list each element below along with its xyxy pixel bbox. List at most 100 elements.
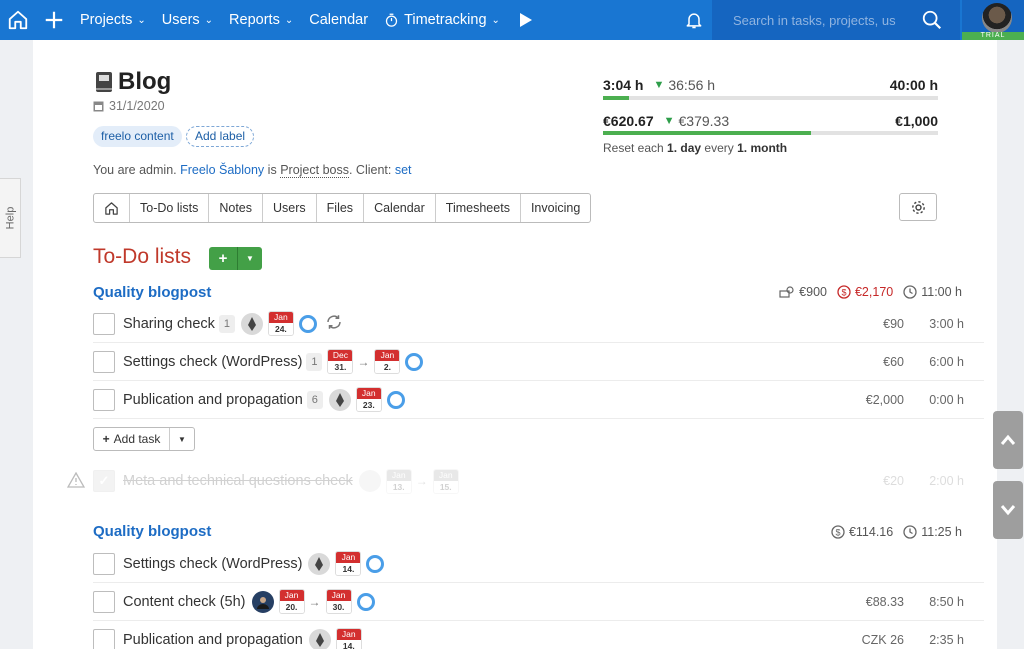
date-badge[interactable]: Jan 13.: [386, 469, 411, 493]
tab-home[interactable]: [94, 194, 130, 222]
date-badge[interactable]: Jan 15.: [433, 469, 458, 493]
user-avatar[interactable]: [308, 552, 331, 575]
user-avatar[interactable]: [358, 470, 381, 492]
task-row: Publication and propagation Jan 14. CZK 2…: [93, 621, 984, 649]
warning-icon: [66, 471, 86, 491]
plus-icon[interactable]: +: [209, 247, 237, 270]
search-icon[interactable]: [912, 0, 952, 40]
nav-timetracking[interactable]: Timetracking ⌄: [376, 0, 508, 40]
date-badge[interactable]: Dec 31.: [328, 350, 353, 373]
nav-calendar[interactable]: Calendar: [301, 0, 376, 40]
client-set-link[interactable]: set: [395, 163, 412, 177]
tab-timesheets[interactable]: Timesheets: [436, 194, 521, 222]
tab-todo-lists[interactable]: To-Do lists: [130, 194, 210, 222]
task-price: €90: [883, 316, 904, 331]
tab-notes[interactable]: Notes: [209, 194, 263, 222]
add-task-label[interactable]: + Add task: [94, 428, 170, 450]
scroll-up-button[interactable]: [993, 411, 1023, 469]
user-avatar[interactable]: TRIAL: [962, 0, 1024, 40]
settings-button[interactable]: [899, 193, 937, 221]
time-budget: 3:04 h ▼ 36:56 h 40:00 h: [603, 77, 938, 93]
task-name[interactable]: Meta and technical questions check: [123, 473, 353, 489]
task-name[interactable]: Content check (5h): [123, 594, 246, 610]
time-stat: 11:25 h: [903, 525, 962, 539]
task-time: 8:50 h: [929, 594, 964, 609]
plus-icon[interactable]: [36, 0, 72, 40]
task-checkbox[interactable]: [93, 388, 115, 411]
help-tab[interactable]: Help: [0, 178, 21, 258]
task-checkbox[interactable]: [93, 312, 115, 335]
play-icon[interactable]: [508, 0, 544, 40]
tab-calendar[interactable]: Calendar: [364, 194, 436, 222]
gear-icon: [911, 200, 925, 214]
tab-users[interactable]: Users: [263, 194, 317, 222]
add-list-button[interactable]: + ▼: [209, 247, 262, 270]
task-row: Settings check (WordPress) Jan 14.: [93, 545, 984, 583]
task-time: 3:00 h: [929, 316, 964, 331]
book-icon: [96, 72, 112, 92]
tab-invoicing[interactable]: Invoicing: [521, 194, 590, 222]
progress-ring-icon: [386, 390, 405, 409]
task-checkbox[interactable]: [93, 629, 115, 649]
task-name[interactable]: Settings check (WordPress): [123, 556, 302, 572]
task-checkbox[interactable]: [93, 590, 115, 613]
date-badge[interactable]: Jan 24.: [268, 312, 293, 335]
task-name[interactable]: Sharing check: [123, 316, 215, 332]
task-checkbox-checked[interactable]: ✓: [93, 470, 115, 492]
todo-lists-heading: To-Do lists: [93, 245, 192, 268]
nav-reports[interactable]: Reports ⌄: [221, 0, 301, 40]
comment-count: 6: [306, 390, 323, 409]
spent-stat: $ €2,170: [837, 285, 893, 299]
date-badge[interactable]: Jan 14.: [336, 552, 361, 575]
clock-icon: [903, 285, 917, 299]
user-avatar[interactable]: [328, 388, 351, 411]
arrow-right-icon: →: [308, 594, 321, 609]
home-icon[interactable]: [0, 0, 36, 40]
add-task-button[interactable]: + Add task ▼: [93, 427, 195, 451]
task-name[interactable]: Publication and propagation: [123, 632, 303, 648]
list-title[interactable]: Quality blogpost: [93, 284, 211, 301]
chevron-down-icon: ⌄: [137, 14, 146, 26]
task-name[interactable]: Settings check (WordPress): [123, 354, 302, 370]
task-checkbox[interactable]: [93, 350, 115, 373]
chevron-down-icon: ⌄: [284, 14, 294, 26]
user-avatar[interactable]: [240, 312, 263, 335]
user-avatar[interactable]: [308, 629, 331, 649]
chevron-down-icon: ⌄: [204, 14, 214, 26]
project-tabs: To-Do lists Notes Users Files Calendar T…: [93, 193, 592, 223]
task-checkbox[interactable]: [93, 552, 115, 575]
scroll-down-button[interactable]: [993, 481, 1023, 539]
avatar-image: [982, 3, 1012, 33]
task-price: €20: [883, 474, 904, 488]
reset-info: Reset each 1. day every 1. month: [603, 141, 788, 155]
date-badge[interactable]: Jan 14.: [336, 628, 361, 649]
caret-down-icon[interactable]: ▼: [170, 428, 194, 450]
money-progress-fill: [603, 131, 811, 135]
bell-icon[interactable]: [676, 0, 712, 40]
budget-stat: €900: [779, 285, 827, 299]
task-row: Sharing check 1 Jan 24. €90 3:00 h: [93, 305, 984, 343]
comment-count: 1: [218, 314, 235, 333]
date-badge[interactable]: Jan 30.: [326, 590, 351, 613]
task-row: Content check (5h) Jan 20. → Jan 30. €88.3…: [93, 583, 984, 621]
label-chip[interactable]: freelo content: [93, 126, 182, 147]
task-row: Settings check (WordPress) 1 Dec 31. → Ja…: [93, 343, 984, 381]
repeat-icon: [325, 313, 343, 334]
stopwatch-icon: [385, 13, 398, 27]
nav-users[interactable]: Users ⌄: [154, 0, 221, 40]
time-progress-bar: [603, 96, 938, 100]
nav-projects[interactable]: Projects ⌄: [72, 0, 154, 40]
plus-icon: +: [102, 432, 110, 446]
date-badge[interactable]: Jan 20.: [279, 590, 304, 613]
tab-files[interactable]: Files: [317, 194, 365, 222]
user-avatar[interactable]: [251, 590, 274, 613]
date-badge[interactable]: Jan 23.: [356, 388, 381, 411]
pen-nib-icon: [335, 392, 344, 407]
task-name[interactable]: Publication and propagation: [123, 392, 303, 408]
list-title[interactable]: Quality blogpost: [93, 523, 211, 540]
date-badge[interactable]: Jan 2.: [375, 350, 400, 373]
caret-down-icon[interactable]: ▼: [237, 247, 262, 270]
add-label-button[interactable]: Add label: [186, 126, 255, 147]
list-stats: €900 $ €2,170 11:00 h: [769, 285, 962, 299]
project-boss-link[interactable]: Freelo Šablony: [180, 163, 264, 177]
